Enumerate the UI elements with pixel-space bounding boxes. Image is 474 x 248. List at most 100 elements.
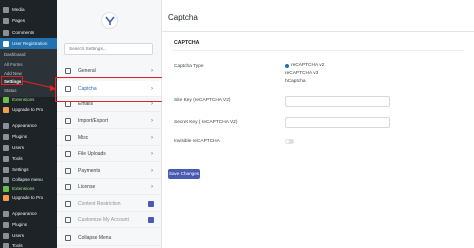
captcha-option-recaptcha-v2[interactable]: reCAPTCHA v2 <box>285 63 324 68</box>
wp-menu-media[interactable]: Media <box>0 4 57 15</box>
settings-icon <box>3 166 9 173</box>
settings-highlight-box <box>1 76 23 85</box>
settings-main: Captcha CAPTCHA Captcha Type reCAPTCHA v… <box>162 0 474 248</box>
customize-account-icon <box>65 216 71 223</box>
wp-menu-label: Tools <box>12 156 23 161</box>
pro-lock-icon <box>148 200 154 207</box>
radio-selected-icon[interactable] <box>285 63 289 68</box>
wp-menu-label: Media <box>12 7 25 12</box>
save-changes-button[interactable]: Save Changes <box>168 169 200 179</box>
chevron-right-icon: › <box>151 67 153 74</box>
wp-menu-tools[interactable]: Tools <box>0 153 57 164</box>
submenu-status[interactable]: Status <box>4 88 16 93</box>
wp-menu-upgrade-to-pro[interactable]: Upgrade to Pro <box>0 192 57 203</box>
chevron-right-icon: › <box>151 167 153 174</box>
wp-menu-appearance[interactable]: Appearance <box>0 120 57 131</box>
plugins-icon <box>3 133 9 140</box>
wp-menu-pages[interactable]: Pages <box>0 15 57 26</box>
wp-menu-label: Extensions <box>12 186 35 191</box>
submenu-dashboard[interactable]: Dashboard <box>4 52 25 57</box>
title-divider <box>162 31 474 32</box>
misc-icon <box>65 134 71 141</box>
chevron-right-icon: › <box>151 134 153 141</box>
appearance-icon <box>3 210 9 217</box>
settings-nav-import-export[interactable]: Import/Export › <box>57 113 161 129</box>
wp-menu-plugins[interactable]: Plugins <box>0 219 57 230</box>
wp-menu-upgrade-to-pro[interactable]: Upgrade to Pro <box>0 104 57 115</box>
comments-icon <box>3 29 9 36</box>
wp-menu-label: Comments <box>12 30 35 35</box>
settings-nav-license[interactable]: License › <box>57 179 161 195</box>
captcha-option-label: hCaptcha <box>285 79 306 84</box>
wp-menu-label: Upgrade to Pro <box>12 107 44 112</box>
wp-menu-appearance[interactable]: Appearance <box>0 208 57 219</box>
upgrade-icon <box>3 194 9 201</box>
site-key-input[interactable] <box>285 96 390 107</box>
plugins-icon <box>3 221 9 228</box>
pro-lock-icon <box>148 216 154 223</box>
wp-menu-label: Settings <box>12 167 29 172</box>
settings-nav-payments[interactable]: Payments › <box>57 163 161 179</box>
settings-nav-collapse-menu[interactable]: Collapse Menu <box>57 230 161 246</box>
wp-menu-users[interactable]: Users <box>0 142 57 153</box>
general-icon <box>65 67 71 74</box>
settings-nav-label: Payments <box>78 167 101 174</box>
site-key-label: Site Key (reCAPTCHA V2) <box>174 98 231 103</box>
collapse-icon <box>3 176 9 183</box>
section-title: CAPTCHA <box>174 40 200 46</box>
appearance-icon <box>3 122 9 129</box>
settings-nav: General›Captcha›Emails›Import/Export›Mis… <box>57 0 162 248</box>
settings-nav-file-uploads[interactable]: File Uploads › <box>57 146 161 162</box>
secret-key-input[interactable] <box>285 117 390 128</box>
settings-nav-label: File Uploads <box>78 150 106 157</box>
section-divider <box>172 50 464 51</box>
wp-menu-label: Plugins <box>12 222 28 227</box>
content-restriction-icon <box>65 200 71 207</box>
wp-admin-sidebar: Dashboard All Forms Add New Settings Sta… <box>0 0 57 248</box>
submenu-all-forms[interactable]: All Forms <box>4 62 23 67</box>
wp-menu-comments[interactable]: Comments <box>0 27 57 38</box>
settings-nav-customize-my-account[interactable]: Customize My Account <box>57 212 161 228</box>
wp-menu-label: Extensions <box>12 97 35 102</box>
wp-menu-tools[interactable]: Tools <box>0 240 57 248</box>
captcha-option-recaptcha-v3[interactable]: reCAPTCHA v3 <box>285 71 318 76</box>
captcha-option-hcaptcha[interactable]: hCaptcha <box>285 79 306 84</box>
invisible-recaptcha-label: Invisible reCAPTCHA <box>174 139 220 144</box>
captcha-option-label: reCAPTCHA v3 <box>285 71 319 76</box>
extensions-icon <box>3 96 9 103</box>
settings-nav-label: Import/Export <box>78 117 109 124</box>
settings-nav-content-restriction[interactable]: Content Restriction <box>57 196 161 212</box>
media-icon <box>3 6 9 13</box>
captcha-highlight-box <box>55 77 163 102</box>
settings-nav-misc[interactable]: Misc › <box>57 130 161 146</box>
chevron-right-icon: › <box>151 150 153 157</box>
secret-key-label: Secret Key ( reCAPTCHA V2) <box>174 120 238 125</box>
settings-nav-label: Content Restriction <box>78 200 121 207</box>
chevron-right-icon: › <box>151 117 153 124</box>
wp-menu-label: Appearance <box>12 123 37 128</box>
collapse-menu-icon <box>65 234 71 241</box>
user-registration-icon <box>3 40 9 47</box>
wp-menu-label: User Registration <box>12 41 48 46</box>
invisible-recaptcha-toggle[interactable] <box>285 139 294 144</box>
file-uploads-icon <box>65 150 71 157</box>
wp-menu-plugins[interactable]: Plugins <box>0 131 57 142</box>
settings-nav-label: Customize My Account <box>78 216 129 223</box>
tools-icon <box>3 155 9 162</box>
chevron-right-icon: › <box>151 183 153 190</box>
wp-menu-label: Upgrade to Pro <box>12 195 44 200</box>
payments-icon <box>65 167 71 174</box>
wp-menu-user-registration[interactable]: User Registration <box>0 38 57 49</box>
wp-menu-label: Plugins <box>12 134 28 139</box>
settings-nav-label: License <box>78 183 96 190</box>
settings-search-input[interactable] <box>64 43 153 55</box>
license-icon <box>65 183 71 190</box>
upgrade-icon <box>3 106 9 113</box>
settings-nav-label: Misc <box>78 134 89 141</box>
captcha-type-label: Captcha Type <box>174 64 204 69</box>
settings-nav-label: General <box>78 67 96 74</box>
pages-icon <box>3 17 9 24</box>
users-icon <box>3 144 9 151</box>
wp-menu-label: Appearance <box>12 211 37 216</box>
wp-menu-label: Pages <box>12 18 26 23</box>
